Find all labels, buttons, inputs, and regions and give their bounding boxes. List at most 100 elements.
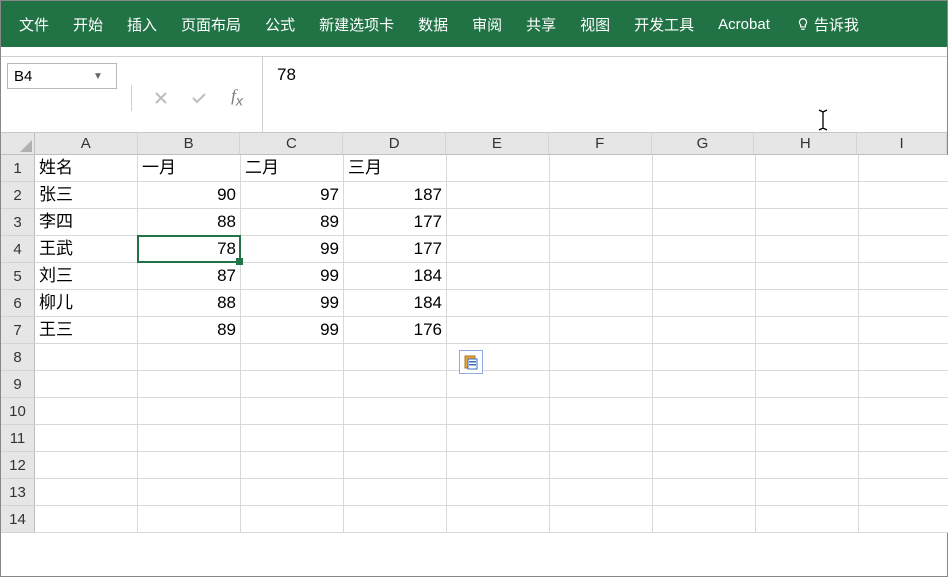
cell[interactable]: 187 — [344, 182, 447, 209]
tab-share[interactable]: 共享 — [514, 8, 568, 41]
cell[interactable] — [447, 425, 550, 452]
col-header-b[interactable]: B — [138, 133, 241, 155]
cell[interactable] — [859, 263, 948, 290]
cell[interactable]: 99 — [241, 317, 344, 344]
paste-options-button[interactable] — [459, 350, 483, 374]
cell[interactable] — [447, 182, 550, 209]
cell[interactable]: 78 — [138, 236, 241, 263]
cell[interactable]: 刘三 — [35, 263, 138, 290]
cell[interactable]: 张三 — [35, 182, 138, 209]
cell[interactable]: 177 — [344, 209, 447, 236]
row-header[interactable]: 13 — [1, 479, 35, 506]
tab-review[interactable]: 审阅 — [460, 8, 514, 41]
cell[interactable] — [344, 506, 447, 533]
cell[interactable]: 柳儿 — [35, 290, 138, 317]
cell[interactable] — [550, 371, 653, 398]
cell[interactable] — [550, 425, 653, 452]
row-header[interactable]: 4 — [1, 236, 35, 263]
cell[interactable]: 一月 — [138, 155, 241, 182]
cell[interactable]: 184 — [344, 290, 447, 317]
tab-data[interactable]: 数据 — [406, 8, 460, 41]
col-header-i[interactable]: I — [857, 133, 947, 155]
cell[interactable] — [447, 479, 550, 506]
cell[interactable] — [756, 398, 859, 425]
cell[interactable] — [550, 236, 653, 263]
cell[interactable]: 99 — [241, 290, 344, 317]
cell[interactable] — [653, 398, 756, 425]
cell[interactable] — [859, 398, 948, 425]
cell[interactable]: 176 — [344, 317, 447, 344]
name-box[interactable]: ▼ — [7, 63, 117, 89]
cell[interactable] — [447, 506, 550, 533]
cell[interactable] — [35, 452, 138, 479]
cell[interactable]: 89 — [241, 209, 344, 236]
row-header[interactable]: 12 — [1, 452, 35, 479]
cell[interactable] — [241, 425, 344, 452]
cell[interactable] — [344, 479, 447, 506]
cell[interactable] — [756, 236, 859, 263]
cell[interactable] — [653, 236, 756, 263]
cell[interactable] — [447, 209, 550, 236]
cell[interactable] — [756, 452, 859, 479]
cell[interactable] — [138, 425, 241, 452]
cell[interactable] — [859, 344, 948, 371]
cell[interactable]: 姓名 — [35, 155, 138, 182]
cell[interactable] — [241, 371, 344, 398]
cell[interactable] — [859, 452, 948, 479]
row-header[interactable]: 6 — [1, 290, 35, 317]
tab-custom[interactable]: 新建选项卡 — [307, 8, 406, 41]
insert-function-button[interactable]: fx — [218, 85, 256, 111]
cell[interactable] — [756, 263, 859, 290]
tab-file[interactable]: 文件 — [7, 8, 61, 41]
cell[interactable] — [653, 209, 756, 236]
cell[interactable]: 王三 — [35, 317, 138, 344]
cell[interactable]: 88 — [138, 209, 241, 236]
cell[interactable] — [859, 236, 948, 263]
tab-page-layout[interactable]: 页面布局 — [169, 8, 253, 41]
cell[interactable] — [241, 479, 344, 506]
cell[interactable] — [138, 506, 241, 533]
cell[interactable] — [138, 479, 241, 506]
cell[interactable] — [550, 209, 653, 236]
row-header[interactable]: 8 — [1, 344, 35, 371]
cell[interactable] — [447, 263, 550, 290]
cell[interactable] — [344, 452, 447, 479]
cell[interactable]: 二月 — [241, 155, 344, 182]
cell[interactable]: 三月 — [344, 155, 447, 182]
cell[interactable] — [447, 290, 550, 317]
row-header[interactable]: 3 — [1, 209, 35, 236]
cell[interactable] — [653, 182, 756, 209]
cell[interactable]: 99 — [241, 236, 344, 263]
cancel-button[interactable] — [142, 85, 180, 111]
cell[interactable] — [138, 452, 241, 479]
cell[interactable] — [550, 398, 653, 425]
cell[interactable] — [344, 398, 447, 425]
cell[interactable] — [550, 155, 653, 182]
cell[interactable]: 李四 — [35, 209, 138, 236]
cell[interactable] — [447, 317, 550, 344]
cell[interactable] — [756, 209, 859, 236]
cell[interactable] — [859, 371, 948, 398]
cell[interactable] — [859, 155, 948, 182]
cell[interactable] — [241, 344, 344, 371]
cell[interactable] — [653, 506, 756, 533]
cell[interactable] — [550, 263, 653, 290]
cell[interactable] — [550, 344, 653, 371]
cell[interactable]: 88 — [138, 290, 241, 317]
cell[interactable] — [550, 317, 653, 344]
cell[interactable] — [344, 344, 447, 371]
row-header[interactable]: 5 — [1, 263, 35, 290]
cell[interactable] — [447, 155, 550, 182]
cell[interactable] — [859, 317, 948, 344]
cell[interactable] — [653, 317, 756, 344]
cell[interactable] — [653, 425, 756, 452]
row-header[interactable]: 10 — [1, 398, 35, 425]
row-header[interactable]: 1 — [1, 155, 35, 182]
tab-insert[interactable]: 插入 — [115, 8, 169, 41]
cell[interactable] — [756, 317, 859, 344]
cell[interactable]: 184 — [344, 263, 447, 290]
col-header-e[interactable]: E — [446, 133, 549, 155]
cell[interactable] — [550, 452, 653, 479]
cell[interactable] — [756, 344, 859, 371]
cell[interactable] — [447, 398, 550, 425]
